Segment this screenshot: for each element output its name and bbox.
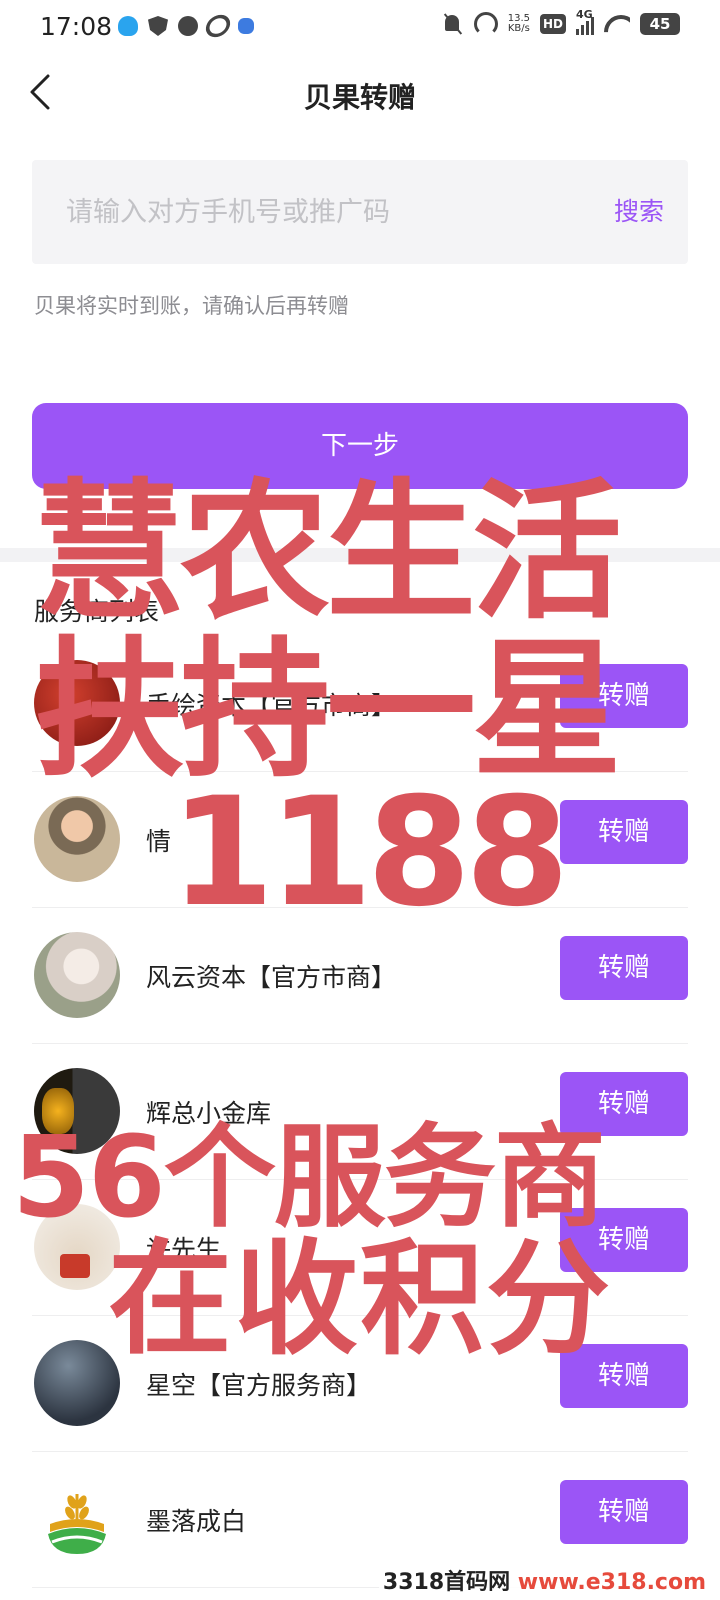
speed-gauge-icon xyxy=(473,12,498,36)
nav-header: 贝果转赠 xyxy=(0,58,720,138)
shield-icon xyxy=(148,16,168,36)
wifi-icon xyxy=(604,13,630,35)
notification-icons xyxy=(118,10,254,42)
hd-badge: HD xyxy=(539,14,566,34)
transfer-hint: 贝果将实时到账，请确认后再转赠 xyxy=(34,294,349,318)
mute-icon xyxy=(442,13,464,35)
provider-name: 手绘资本【官方市商】 xyxy=(146,691,397,720)
search-box: 搜索 xyxy=(32,160,688,264)
site-watermark: 3318首码网 www.e318.com xyxy=(378,1564,710,1596)
provider-name: 情 xyxy=(146,827,172,856)
search-button[interactable]: 搜索 xyxy=(614,192,664,228)
chat-bubble-icon xyxy=(178,16,198,36)
avatar xyxy=(34,796,120,882)
signal-icon: 4G xyxy=(576,8,594,35)
transfer-button[interactable]: 转赠 xyxy=(560,936,688,1000)
transfer-button[interactable]: 转赠 xyxy=(560,1208,688,1272)
transfer-button[interactable]: 转赠 xyxy=(560,1072,688,1136)
page-title: 贝果转赠 xyxy=(303,81,416,114)
provider-list: 手绘资本【官方市商】 转赠 情 转赠 风云资本【官方市商】 转赠 辉总小金库 转… xyxy=(32,636,688,1588)
avatar xyxy=(34,1340,120,1426)
battery-icon: 45 xyxy=(640,13,680,35)
net-speed-unit: KB/s xyxy=(507,23,530,34)
watermark-url: www.e318.com xyxy=(517,1570,706,1595)
avatar xyxy=(34,660,120,746)
avatar xyxy=(34,1476,120,1562)
avatar xyxy=(34,1068,120,1154)
list-item: 手绘资本【官方市商】 转赠 xyxy=(32,636,688,772)
transfer-button[interactable]: 转赠 xyxy=(560,1480,688,1544)
transfer-button[interactable]: 转赠 xyxy=(560,800,688,864)
status-bar: 17:08 13.5 KB/s HD 4G 45 xyxy=(0,0,720,58)
provider-name: 辉总小金库 xyxy=(146,1099,272,1128)
provider-name: 星空【官方服务商】 xyxy=(146,1371,372,1400)
transfer-button[interactable]: 转赠 xyxy=(560,664,688,728)
watermark-site: 3318首码网 xyxy=(382,1570,511,1595)
avatar xyxy=(34,1204,120,1290)
net-speed: 13.5 KB/s xyxy=(508,14,530,34)
page-root: 17:08 13.5 KB/s HD 4G 45 贝果转赠 请输入对方手机号或推… xyxy=(0,0,720,1600)
list-item: 辉总小金库 转赠 xyxy=(32,1044,688,1180)
provider-name: 许先生 xyxy=(146,1235,222,1264)
link-icon xyxy=(201,10,235,42)
wheat-logo-icon xyxy=(48,1494,106,1554)
status-right: 13.5 KB/s HD 4G 45 xyxy=(442,8,680,36)
provider-name: 墨落成白 xyxy=(146,1507,247,1536)
section-title: 服务商列表 xyxy=(34,597,160,626)
status-time: 17:08 xyxy=(40,12,113,41)
avatar xyxy=(34,932,120,1018)
next-step-button[interactable]: 下一步 xyxy=(32,403,688,489)
list-item: 星空【官方服务商】 转赠 xyxy=(32,1316,688,1452)
transfer-button[interactable]: 转赠 xyxy=(560,1344,688,1408)
section-divider xyxy=(0,548,720,562)
list-item: 情 转赠 xyxy=(32,772,688,908)
list-item: 许先生 转赠 xyxy=(32,1180,688,1316)
search-input[interactable] xyxy=(64,190,564,234)
qq-icon xyxy=(118,16,138,36)
baidu-paw-icon xyxy=(238,18,254,34)
provider-name: 风云资本【官方市商】 xyxy=(146,963,397,992)
list-item: 风云资本【官方市商】 转赠 xyxy=(32,908,688,1044)
network-type: 4G xyxy=(576,8,593,21)
